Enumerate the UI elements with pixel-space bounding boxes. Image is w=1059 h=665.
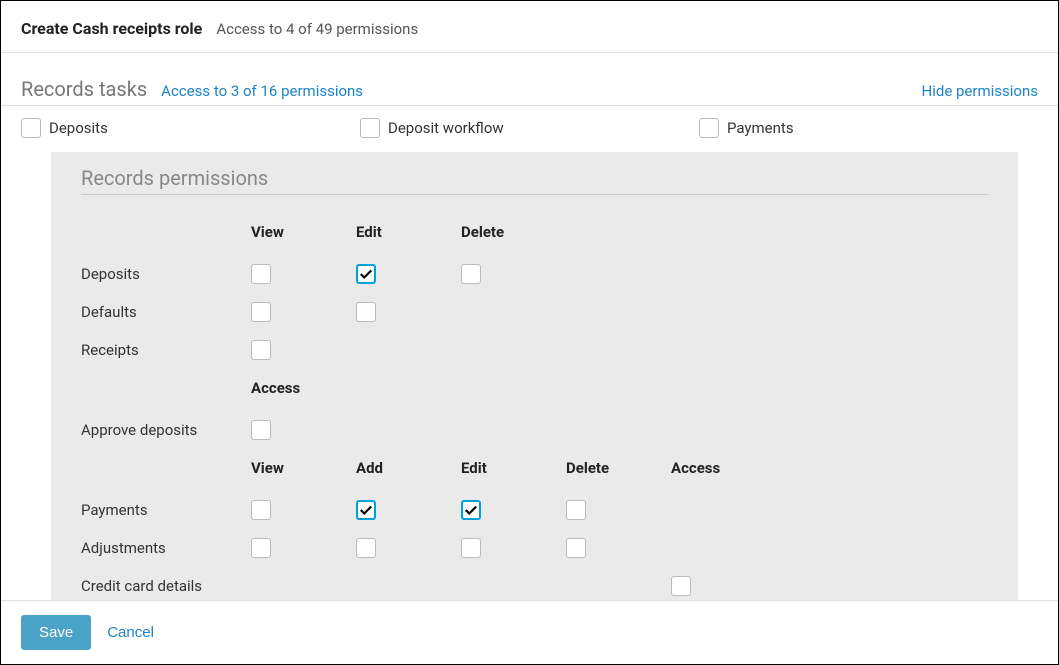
table-row: Defaults [81, 293, 988, 331]
row-label-approve-deposits: Approve deposits [81, 421, 251, 439]
col-header-delete: Delete [461, 223, 566, 241]
task-deposits: Deposits [21, 118, 360, 138]
check-icon [464, 503, 478, 517]
payments-edit-checkbox[interactable] [461, 500, 481, 520]
col-header-view: View [251, 223, 356, 241]
deposits-delete-checkbox[interactable] [461, 264, 481, 284]
task-label: Deposits [49, 119, 108, 137]
receipts-view-checkbox[interactable] [251, 340, 271, 360]
hide-permissions-link[interactable]: Hide permissions [922, 82, 1038, 100]
page-subtitle: Access to 4 of 49 permissions [216, 20, 418, 38]
row-label-defaults: Defaults [81, 303, 251, 321]
task-deposit-workflow-checkbox[interactable] [360, 118, 380, 138]
approve-deposits-access-checkbox[interactable] [251, 420, 271, 440]
adjustments-view-checkbox[interactable] [251, 538, 271, 558]
table-header-row: View Add Edit Delete Access [81, 449, 988, 487]
records-permissions-panel: Records permissions View Edit Delete Dep… [51, 152, 1018, 629]
task-deposit-workflow: Deposit workflow [360, 118, 699, 138]
table-row: Deposits [81, 255, 988, 293]
col-header-view: View [251, 459, 356, 477]
adjustments-delete-checkbox[interactable] [566, 538, 586, 558]
col-header-access: Access [671, 459, 776, 477]
panel-title: Records permissions [81, 166, 988, 195]
adjustments-add-checkbox[interactable] [356, 538, 376, 558]
check-icon [359, 267, 373, 281]
dialog-header: Create Cash receipts role Access to 4 of… [1, 1, 1058, 53]
row-label-deposits: Deposits [81, 265, 251, 283]
payments-delete-checkbox[interactable] [566, 500, 586, 520]
section-subtitle: Access to 3 of 16 permissions [161, 82, 363, 100]
table-row: Adjustments [81, 529, 988, 567]
col-header-edit: Edit [461, 459, 566, 477]
dialog-footer: Save Cancel [1, 600, 1058, 664]
table-header-row: Access [81, 369, 988, 407]
defaults-view-checkbox[interactable] [251, 302, 271, 322]
adjustments-edit-checkbox[interactable] [461, 538, 481, 558]
payments-view-checkbox[interactable] [251, 500, 271, 520]
task-label: Payments [727, 119, 794, 137]
page-title: Create Cash receipts role [21, 19, 202, 38]
deposits-edit-checkbox[interactable] [356, 264, 376, 284]
permissions-table: View Edit Delete Deposits Defaults R [81, 213, 988, 605]
col-header-edit: Edit [356, 223, 461, 241]
check-icon [359, 503, 373, 517]
table-row: Receipts [81, 331, 988, 369]
credit-card-details-access-checkbox[interactable] [671, 576, 691, 596]
task-deposits-checkbox[interactable] [21, 118, 41, 138]
table-row: Payments [81, 491, 988, 529]
cancel-button[interactable]: Cancel [107, 624, 154, 641]
task-payments: Payments [699, 118, 1038, 138]
section-title: Records tasks [21, 77, 147, 101]
deposits-view-checkbox[interactable] [251, 264, 271, 284]
row-label-receipts: Receipts [81, 341, 251, 359]
row-label-adjustments: Adjustments [81, 539, 251, 557]
defaults-edit-checkbox[interactable] [356, 302, 376, 322]
row-label-payments: Payments [81, 501, 251, 519]
col-header-add: Add [356, 459, 461, 477]
save-button[interactable]: Save [21, 615, 91, 650]
col-header-access: Access [251, 379, 356, 397]
task-payments-checkbox[interactable] [699, 118, 719, 138]
col-header-delete: Delete [566, 459, 671, 477]
table-header-row: View Edit Delete [81, 213, 988, 251]
section-header: Records tasks Access to 3 of 16 permissi… [1, 53, 1058, 106]
task-label: Deposit workflow [388, 119, 504, 137]
table-row: Approve deposits [81, 411, 988, 449]
payments-add-checkbox[interactable] [356, 500, 376, 520]
row-label-credit-card-details: Credit card details [81, 577, 251, 595]
tasks-row: Deposits Deposit workflow Payments [1, 106, 1058, 152]
dialog-container: Create Cash receipts role Access to 4 of… [0, 0, 1059, 665]
